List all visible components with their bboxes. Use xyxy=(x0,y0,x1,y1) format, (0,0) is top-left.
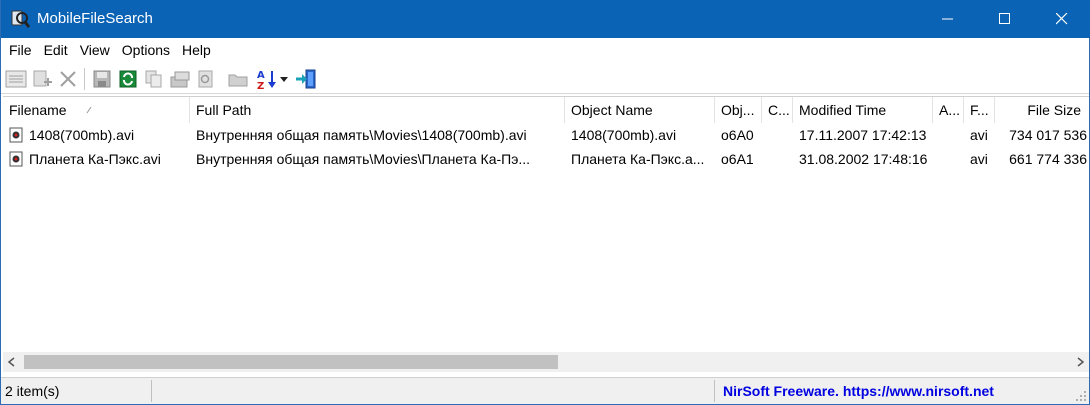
cell-modified-time: 31.08.2002 17:48:16 xyxy=(799,151,928,167)
column-label: Obj... xyxy=(721,102,755,118)
column-label: Filename xyxy=(9,102,67,118)
delete-button[interactable] xyxy=(56,67,80,91)
status-bar: 2 item(s) NirSoft Freeware. https://www.… xyxy=(1,377,1089,404)
save-button[interactable] xyxy=(90,67,114,91)
column-object-id[interactable]: Obj... xyxy=(715,97,762,123)
properties-icon xyxy=(5,70,27,88)
html-report-button[interactable] xyxy=(168,67,192,91)
properties-button[interactable] xyxy=(4,67,28,91)
resize-grip-icon[interactable] xyxy=(1075,390,1087,402)
window-title: MobileFileSearch xyxy=(37,10,153,27)
column-modified-time[interactable]: Modified Time xyxy=(793,97,933,123)
column-filename[interactable]: Filename xyxy=(3,97,190,123)
svg-text:Z: Z xyxy=(257,81,264,90)
cell-a xyxy=(933,147,964,171)
refresh-button[interactable] xyxy=(116,67,140,91)
column-label: A... xyxy=(939,102,961,118)
column-label: Modified Time xyxy=(799,102,887,118)
column-a[interactable]: A... xyxy=(933,97,964,123)
menu-help[interactable]: Help xyxy=(176,38,217,62)
cell-file-size: 661 774 336 xyxy=(1009,151,1087,167)
title-bar[interactable]: MobileFileSearch xyxy=(1,0,1090,38)
toolbar-separator xyxy=(84,68,85,90)
cell-filename: Планета Ка-Пэкс.avi xyxy=(29,151,161,167)
scroll-right-icon[interactable] xyxy=(1075,357,1085,367)
menu-edit[interactable]: Edit xyxy=(38,38,74,62)
cell-modified-time: 17.11.2007 17:42:13 xyxy=(799,127,927,143)
add-icon xyxy=(33,70,52,87)
main-window: MobileFileSearch File Edit View Options … xyxy=(0,0,1090,405)
copy-button[interactable] xyxy=(142,67,166,91)
cell-f: avi xyxy=(970,151,988,167)
cell-object-name: 1408(700mb).avi xyxy=(571,127,677,143)
column-c[interactable]: C... xyxy=(762,97,793,123)
menu-options[interactable]: Options xyxy=(116,38,176,62)
copy-icon xyxy=(145,70,162,88)
column-full-path[interactable]: Full Path xyxy=(190,97,565,123)
add-button[interactable] xyxy=(30,67,54,91)
column-f[interactable]: F... xyxy=(964,97,995,123)
maximize-button[interactable] xyxy=(976,0,1033,38)
column-label: File Size xyxy=(1027,102,1081,118)
file-list[interactable]: Filename Full Path Object Name Obj... C.… xyxy=(3,96,1089,374)
video-file-icon xyxy=(9,127,23,143)
cell-full-path: Внутренняя общая память\Movies\1408(700m… xyxy=(196,127,527,143)
toolbar: AZ xyxy=(1,63,1089,94)
find-button[interactable] xyxy=(194,67,218,91)
save-icon xyxy=(93,70,111,88)
minimize-icon xyxy=(941,18,953,20)
sort-button[interactable]: AZ xyxy=(254,67,290,91)
cell-file-size: 734 017 536 xyxy=(1009,127,1087,143)
horizontal-scrollbar[interactable] xyxy=(3,352,1089,372)
app-magnifier-icon xyxy=(11,10,31,28)
menu-view[interactable]: View xyxy=(74,38,116,62)
cell-object-id: o6A0 xyxy=(721,127,754,143)
cell-filename: 1408(700mb).avi xyxy=(29,127,135,143)
column-label: F... xyxy=(970,102,989,118)
exit-button[interactable] xyxy=(294,67,318,91)
scroll-left-icon[interactable] xyxy=(7,357,17,367)
video-file-icon xyxy=(9,151,23,167)
table-row[interactable]: Планета Ка-Пэкс.avi Внутренняя общая пам… xyxy=(3,147,1089,171)
close-button[interactable] xyxy=(1033,0,1090,38)
cell-c xyxy=(762,123,793,147)
close-icon xyxy=(1055,13,1067,25)
column-label: Full Path xyxy=(196,102,252,118)
column-label: Object Name xyxy=(571,102,653,118)
open-folder-icon xyxy=(228,74,248,87)
cell-f: avi xyxy=(970,127,988,143)
item-count: 2 item(s) xyxy=(5,383,60,399)
sort-arrow-icon xyxy=(86,106,92,114)
column-file-size[interactable]: File Size xyxy=(995,97,1089,123)
menu-bar: File Edit View Options Help xyxy=(1,38,1089,62)
cell-a xyxy=(933,123,964,147)
sort-icon: AZ xyxy=(257,70,288,90)
list-header: Filename Full Path Object Name Obj... C.… xyxy=(3,97,1089,123)
cell-object-id: o6A1 xyxy=(721,151,754,167)
minimize-button[interactable] xyxy=(919,0,976,38)
open-folder-button[interactable] xyxy=(226,67,250,91)
cell-object-name: Планета Ка-Пэкс.a... xyxy=(571,151,705,167)
cell-c xyxy=(762,147,793,171)
svg-text:A: A xyxy=(257,70,265,81)
table-row[interactable]: 1408(700mb).avi Внутренняя общая память\… xyxy=(3,123,1089,147)
scrollbar-thumb[interactable] xyxy=(24,355,558,369)
html-report-icon xyxy=(170,71,190,88)
menu-file[interactable]: File xyxy=(3,38,38,62)
delete-icon xyxy=(60,71,76,87)
refresh-icon xyxy=(119,70,137,88)
nirsoft-link[interactable]: NirSoft Freeware. https://www.nirsoft.ne… xyxy=(719,378,1079,404)
column-label: C... xyxy=(768,102,790,118)
exit-icon xyxy=(296,69,316,89)
status-divider xyxy=(151,380,152,402)
column-object-name[interactable]: Object Name xyxy=(565,97,715,123)
maximize-icon xyxy=(998,13,1010,24)
status-divider xyxy=(714,380,715,402)
cell-full-path: Внутренняя общая память\Movies\Планета К… xyxy=(196,151,531,167)
find-icon xyxy=(198,70,213,88)
